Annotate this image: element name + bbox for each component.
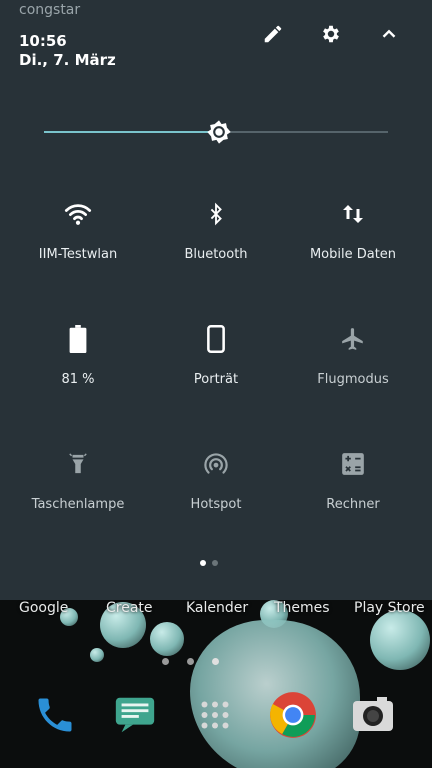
airplane-icon: [339, 325, 367, 353]
app-label-play-store[interactable]: Play Store: [354, 600, 425, 616]
edit-tiles-button[interactable]: [259, 20, 287, 48]
tile-wifi[interactable]: IIM-Testwlan: [8, 200, 148, 262]
flashlight-icon: [64, 450, 92, 478]
tile-label: Flugmodus: [317, 372, 389, 387]
tile-bluetooth[interactable]: Bluetooth: [146, 200, 286, 262]
carrier-label: congstar: [19, 2, 81, 18]
chevron-up-icon: [382, 29, 396, 38]
app-drawer-icon[interactable]: [190, 690, 240, 740]
tile-hotspot[interactable]: Hotspot: [146, 450, 286, 512]
tile-label: Rechner: [326, 497, 380, 512]
page-dot-active[interactable]: [200, 560, 206, 566]
tile-label: 81 %: [61, 372, 95, 387]
brightness-slider[interactable]: [44, 118, 388, 146]
wallpaper-bubble: [370, 610, 430, 670]
pencil-icon: [264, 25, 282, 43]
messages-icon[interactable]: [110, 690, 160, 740]
tile-label: Porträt: [193, 372, 239, 387]
chrome-icon[interactable]: [268, 690, 318, 740]
wifi-icon: [64, 200, 92, 228]
wallpaper-bubble: [90, 648, 104, 662]
home-page-indicator: [162, 658, 169, 665]
brightness-fill: [44, 131, 220, 133]
brightness-thumb[interactable]: [205, 118, 233, 146]
wallpaper-bubble: [150, 622, 184, 656]
brightness-icon: [207, 120, 232, 144]
mobile-data-icon: [339, 200, 367, 228]
clock-date[interactable]: Di., 7. März: [19, 51, 116, 69]
portrait-rotation-icon: [202, 325, 230, 353]
panel-page-dots: [200, 560, 218, 566]
screen: Google Create Kalender Themes Play Store…: [0, 0, 432, 768]
gear-icon: [323, 25, 339, 43]
app-label-google[interactable]: Google: [19, 600, 68, 616]
camera-icon[interactable]: [348, 690, 398, 740]
tile-battery[interactable]: 81 %: [8, 325, 148, 387]
app-label-create[interactable]: Create: [106, 600, 153, 616]
tile-label: Mobile Daten: [309, 247, 397, 262]
tile-flashlight[interactable]: Taschenlampe: [8, 450, 148, 512]
settings-button[interactable]: [317, 20, 345, 48]
tile-rotation[interactable]: Porträt: [146, 325, 286, 387]
app-label-themes[interactable]: Themes: [274, 600, 330, 616]
clock-time[interactable]: 10:56: [19, 32, 67, 50]
tile-label: Hotspot: [190, 497, 242, 512]
quick-settings-panel: congstar 10:56 Di., 7. März IIM-Testwlan: [0, 0, 432, 600]
tile-label: Taschenlampe: [31, 497, 125, 512]
calculator-icon: [339, 450, 367, 478]
battery-icon: [64, 325, 92, 353]
tile-label: IIM-Testwlan: [38, 247, 118, 262]
phone-icon[interactable]: [30, 690, 80, 740]
hotspot-icon: [202, 450, 230, 478]
tile-label: Bluetooth: [184, 247, 248, 262]
home-screen: Google Create Kalender Themes Play Store: [0, 600, 432, 768]
bluetooth-icon: [202, 200, 230, 228]
collapse-button[interactable]: [375, 20, 403, 48]
tile-calculator[interactable]: Rechner: [283, 450, 423, 512]
page-dot[interactable]: [212, 560, 218, 566]
tile-airplane[interactable]: Flugmodus: [283, 325, 423, 387]
home-page-indicator: [187, 658, 194, 665]
app-label-kalender[interactable]: Kalender: [186, 600, 248, 616]
tile-mobile-data[interactable]: Mobile Daten: [283, 200, 423, 262]
home-page-indicator: [212, 658, 219, 665]
